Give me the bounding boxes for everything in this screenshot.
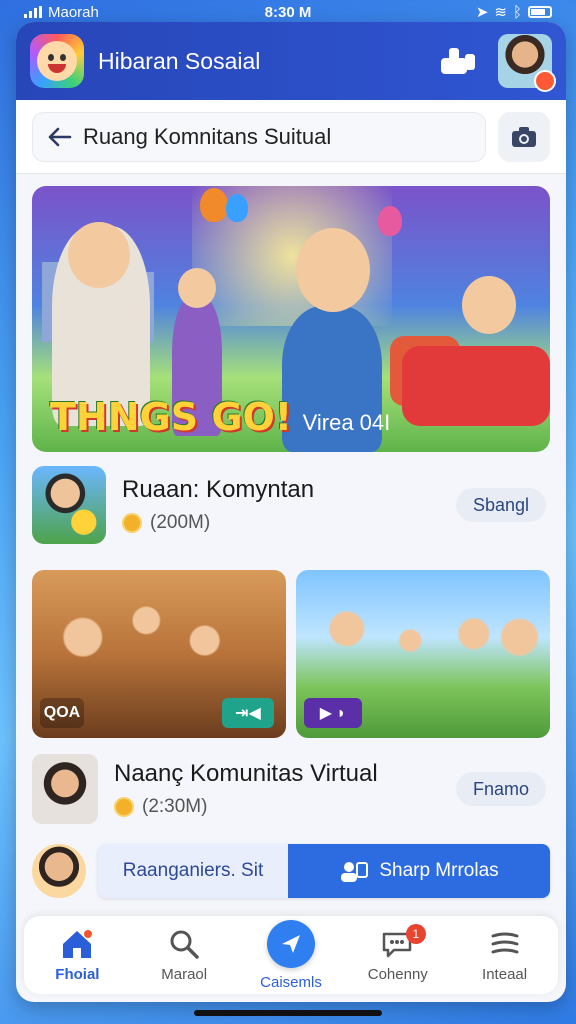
people-icon	[341, 862, 369, 882]
split-action-bar: Raanganiers. Sit Sharp Mrrolas	[98, 844, 550, 898]
list-item[interactable]: Naanç Komunitas Virtual (2:30M) Fnamo	[32, 738, 550, 824]
list-item-count: (2:30M)	[142, 796, 208, 817]
bottom-nav: Fhoial Maraol Caisemls 1 Cohenny Inteaal	[24, 916, 558, 994]
frame-button[interactable]: Fnamo	[456, 772, 546, 806]
home-icon	[63, 929, 93, 958]
share-badge-icon[interactable]: ⇥◀	[222, 698, 274, 728]
location-icon: ➤	[475, 4, 489, 21]
organizers-button[interactable]: Raanganiers. Sit	[98, 844, 288, 898]
share-icon[interactable]	[438, 41, 478, 81]
battery-icon	[528, 6, 552, 18]
search-icon	[170, 930, 199, 959]
wifi-icon: ≋	[494, 4, 507, 21]
member-thumbnail	[32, 754, 98, 824]
home-indicator	[194, 1010, 382, 1016]
nav-item-search[interactable]: Maraol	[134, 928, 234, 983]
share-moments-button[interactable]: Sharp Mrrolas	[288, 844, 550, 898]
menu-icon	[491, 932, 519, 953]
banner-headline: THNGS GO!	[50, 395, 293, 439]
hero-banner[interactable]: THNGS GO! Virea 04I	[32, 186, 550, 452]
list-item-text: Naanç Komunitas Virtual (2:30M)	[114, 760, 456, 818]
share-moments-label: Sharp Mrrolas	[379, 860, 499, 881]
list-item-subtitle-row: (200M)	[122, 512, 456, 534]
app-header: Hibaran Sosaial	[16, 22, 566, 100]
group-thumbnail	[32, 466, 106, 544]
join-button[interactable]: Sbangl	[456, 488, 546, 522]
coin-icon	[122, 513, 142, 533]
notification-dot	[534, 70, 556, 92]
banner-headline-group: THNGS GO! Virea 04I	[50, 398, 390, 436]
camera-button[interactable]	[498, 111, 550, 162]
list-item-subtitle-row: (2:30M)	[114, 796, 456, 818]
media-card[interactable]: ▶ ◗	[296, 570, 550, 738]
coin-icon	[114, 797, 134, 817]
nav-item-menu[interactable]: Inteaal	[455, 928, 555, 983]
subheader-bar: Ruang Komnitans Suitual	[32, 111, 486, 162]
list-item-title: Ruaan: Komyntan	[122, 476, 315, 503]
carrier-name: Maorah	[48, 3, 99, 21]
app-frame: Hibaran Sosaial Ruang Komnitans Suitual	[16, 22, 566, 1002]
media-grid: QOA ⇥◀ ▶ ◗	[32, 570, 550, 738]
profile-avatar[interactable]	[498, 34, 556, 92]
status-icons: ➤ ≋ ᛒ	[476, 3, 552, 21]
signal-icon	[24, 6, 42, 18]
nav-item-home[interactable]: Fhoial	[27, 928, 127, 983]
list-item[interactable]: Ruaan: Komyntan (200M) Sbangl	[32, 452, 550, 544]
nav-item-send[interactable]: Caisemls	[241, 919, 341, 991]
user-avatar[interactable]	[32, 844, 86, 898]
list-item-title: Naanç Komunitas Virtual	[114, 760, 378, 787]
status-left: Maorah	[24, 4, 99, 21]
media-badge: QOA	[40, 698, 84, 728]
send-icon	[266, 919, 315, 968]
content: THNGS GO! Virea 04I Ruaan: Komyntan (200…	[16, 174, 566, 898]
nav-label: Inteaal	[482, 965, 528, 983]
list-item-text: Ruaan: Komyntan (200M)	[122, 476, 456, 534]
back-arrow-icon[interactable]	[45, 122, 75, 152]
camera-icon	[512, 126, 536, 147]
status-bar: Maorah 8:30 M ➤ ≋ ᛒ	[0, 0, 576, 24]
subheader: Ruang Komnitans Suitual	[16, 100, 566, 174]
app-logo[interactable]	[30, 34, 84, 88]
nav-label: Maraol	[161, 965, 208, 983]
nav-label: Fhoial	[55, 965, 100, 983]
smiley-face-icon	[37, 41, 77, 81]
page-title: Ruang Komnitans Suitual	[83, 123, 332, 149]
notification-badge: 1	[405, 923, 426, 944]
play-badge-icon[interactable]: ▶ ◗	[304, 698, 362, 728]
nav-item-chat[interactable]: 1 Cohenny	[348, 923, 448, 983]
nav-label: Caisemls	[260, 973, 322, 991]
action-row: Raanganiers. Sit Sharp Mrrolas	[32, 844, 550, 898]
list-item-count: (200M)	[150, 512, 211, 533]
banner-subtitle: Virea 04I	[302, 410, 391, 435]
media-card[interactable]: QOA ⇥◀	[32, 570, 286, 738]
app-title: Hibaran Sosaial	[98, 47, 261, 74]
bluetooth-icon: ᛒ	[512, 3, 522, 21]
nav-label: Cohenny	[367, 965, 428, 983]
